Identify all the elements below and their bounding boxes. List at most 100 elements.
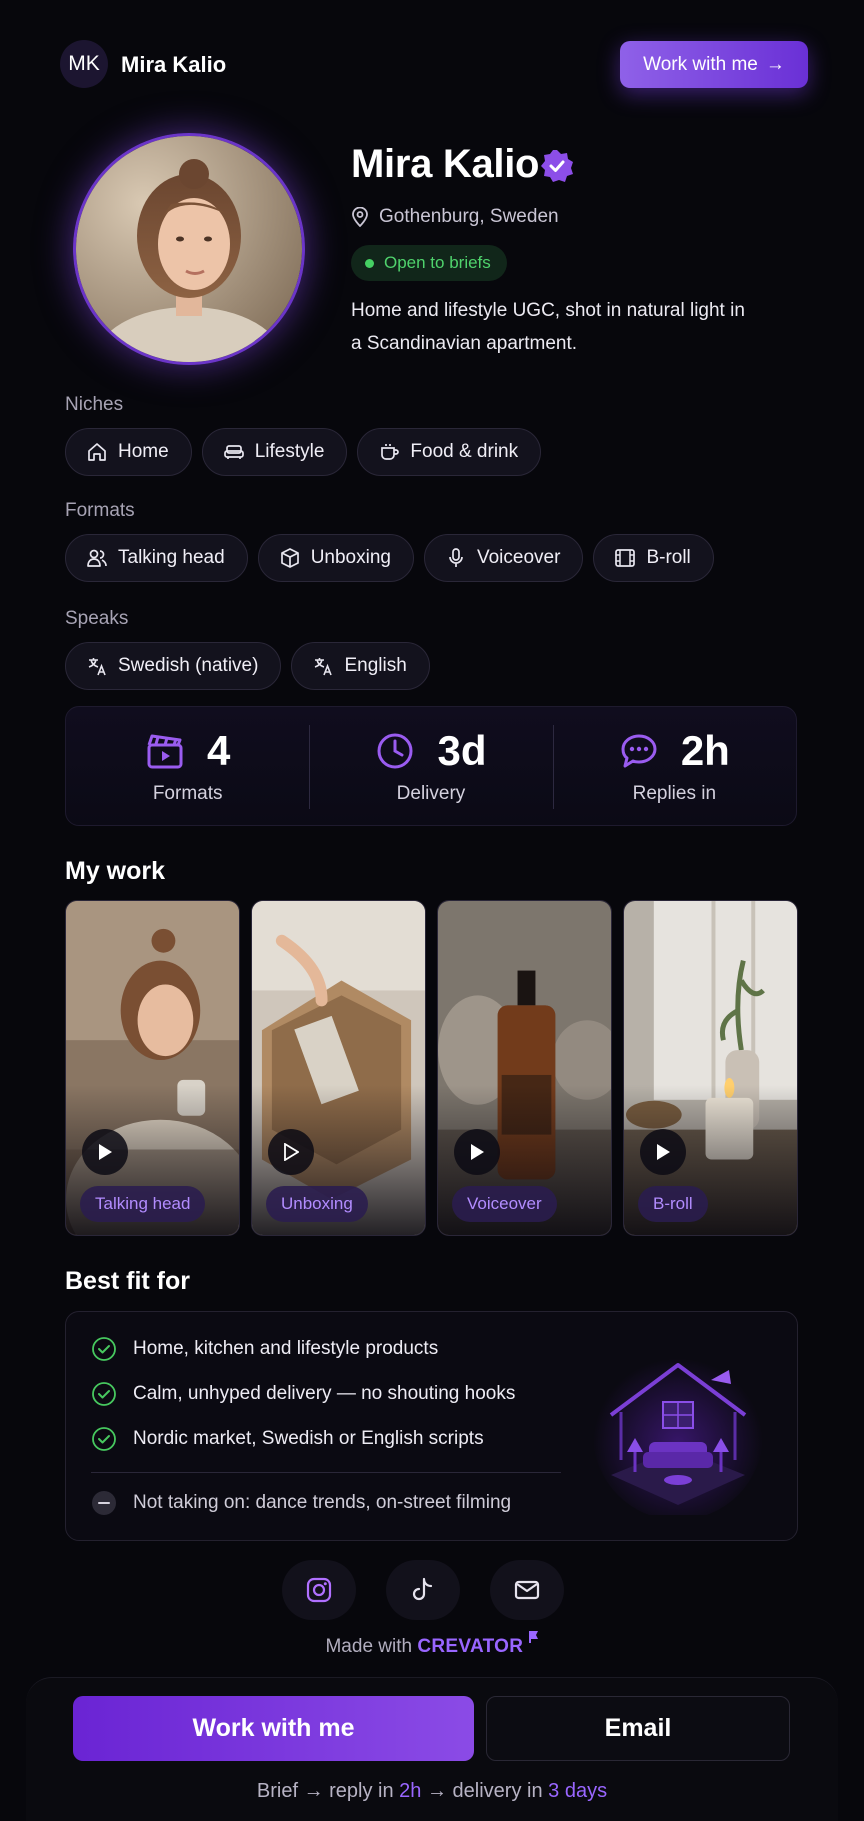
status-dot-icon bbox=[365, 258, 374, 268]
niches-chips: Home Lifestyle Food & drink bbox=[65, 428, 542, 476]
work-tag: Unboxing bbox=[266, 1186, 368, 1222]
header-name: Mira Kalio bbox=[121, 52, 227, 77]
chip-label: English bbox=[344, 655, 407, 676]
chip-niche-food-drink[interactable]: Food & drink bbox=[357, 428, 542, 476]
check-circle-icon bbox=[92, 1337, 116, 1361]
work-card-b-roll[interactable]: B-roll bbox=[623, 900, 798, 1236]
niches-label: Niches bbox=[65, 394, 124, 415]
not-taking-text: Not taking on: dance trends, on-street f… bbox=[133, 1492, 512, 1513]
work-card-talking-head[interactable]: Talking head bbox=[65, 900, 240, 1236]
stat-replies: 2h Replies in bbox=[552, 707, 796, 825]
play-button-icon[interactable] bbox=[268, 1129, 314, 1175]
chip-format-unboxing[interactable]: Unboxing bbox=[257, 534, 414, 582]
chip-label: Lifestyle bbox=[254, 441, 325, 462]
translate-icon bbox=[88, 658, 106, 676]
email-social-button[interactable] bbox=[490, 1560, 564, 1620]
chip-language-swedish[interactable]: Swedish (native) bbox=[65, 642, 282, 690]
work-tag: Voiceover bbox=[452, 1186, 557, 1222]
chip-label: Food & drink bbox=[410, 441, 519, 462]
chip-niche-home[interactable]: Home bbox=[65, 428, 192, 476]
work-with-me-top-button[interactable]: Work with me → bbox=[620, 41, 808, 88]
work-card-unboxing[interactable]: Unboxing bbox=[251, 900, 426, 1236]
users-icon bbox=[87, 549, 107, 567]
chip-label: Voiceover bbox=[476, 547, 561, 568]
check-circle-icon bbox=[92, 1427, 116, 1451]
clock-icon bbox=[377, 733, 413, 769]
stat-label: Formats bbox=[152, 783, 223, 804]
tiktok-button[interactable] bbox=[386, 1560, 460, 1620]
fit-item-text: Calm, unhyped delivery — no shouting hoo… bbox=[133, 1383, 516, 1404]
work-tag: Talking head bbox=[80, 1186, 206, 1222]
tiktok-icon bbox=[412, 1577, 433, 1601]
check-circle-icon bbox=[92, 1382, 116, 1406]
sofa-icon bbox=[223, 445, 244, 459]
best-fit-title: Best fit for bbox=[65, 1267, 190, 1295]
profile-bio: Home and lifestyle UGC, shot in natural … bbox=[351, 300, 745, 354]
translate-icon bbox=[315, 658, 333, 676]
map-pin-icon bbox=[352, 207, 368, 227]
chat-icon bbox=[621, 734, 657, 768]
instagram-icon bbox=[306, 1577, 332, 1603]
flag-icon bbox=[528, 1631, 538, 1643]
made-with-label: Made with bbox=[325, 1636, 413, 1657]
instagram-button[interactable] bbox=[282, 1560, 356, 1620]
chip-label: B-roll bbox=[646, 547, 691, 568]
made-with: Made with CREVATOR bbox=[0, 1630, 864, 1658]
film-icon bbox=[615, 549, 636, 567]
chip-label: Swedish (native) bbox=[118, 655, 259, 676]
stat-value: 3d bbox=[437, 727, 487, 774]
fit-item: Home, kitchen and lifestyle products bbox=[91, 1336, 438, 1362]
location-text: Gothenburg, Sweden bbox=[379, 206, 559, 227]
status-text: Open to briefs bbox=[384, 253, 491, 272]
flow-reply-time: 2h bbox=[399, 1780, 422, 1802]
chip-language-english[interactable]: English bbox=[291, 642, 430, 690]
status-badge: Open to briefs bbox=[351, 245, 507, 281]
languages-label: Speaks bbox=[65, 608, 129, 629]
chip-niche-lifestyle[interactable]: Lifestyle bbox=[201, 428, 348, 476]
stat-delivery: 3d Delivery bbox=[309, 707, 552, 825]
chip-format-talking-head[interactable]: Talking head bbox=[65, 534, 248, 582]
best-fit-panel: Home, kitchen and lifestyle products Cal… bbox=[65, 1311, 798, 1541]
mic-icon bbox=[449, 548, 463, 567]
play-button-icon[interactable] bbox=[454, 1129, 500, 1175]
stat-formats: 4 Formats bbox=[66, 707, 309, 825]
mail-icon bbox=[514, 1580, 540, 1600]
work-card-voiceover[interactable]: Voiceover bbox=[437, 900, 612, 1236]
stats-panel: 4 Formats 3d Delivery 2h Replies in bbox=[65, 706, 797, 826]
play-button-icon[interactable] bbox=[640, 1129, 686, 1175]
minus-circle-icon bbox=[92, 1491, 116, 1515]
home-icon bbox=[88, 443, 106, 461]
chip-label: Unboxing bbox=[310, 547, 391, 568]
formats-chips: Talking head Unboxing Voiceover B-roll bbox=[65, 534, 714, 582]
stat-label: Delivery bbox=[396, 783, 466, 804]
flow-mid: → delivery in bbox=[426, 1780, 543, 1802]
stat-value: 2h bbox=[680, 727, 730, 774]
profile-photo bbox=[73, 133, 305, 365]
stat-value: 4 bbox=[206, 727, 231, 774]
work-with-me-button[interactable]: Work with me bbox=[73, 1696, 474, 1761]
fit-item: Calm, unhyped delivery — no shouting hoo… bbox=[91, 1381, 515, 1407]
play-button-icon[interactable] bbox=[82, 1129, 128, 1175]
fit-item-text: Home, kitchen and lifestyle products bbox=[133, 1338, 439, 1359]
not-taking-item: Not taking on: dance trends, on-street f… bbox=[91, 1490, 511, 1516]
chip-label: Home bbox=[118, 441, 169, 462]
fit-item-text: Nordic market, Swedish or English script… bbox=[133, 1428, 484, 1449]
location: Gothenburg, Sweden bbox=[351, 206, 559, 228]
verified-badge-icon bbox=[541, 150, 573, 182]
divider bbox=[91, 1472, 561, 1473]
stat-label: Replies in bbox=[632, 783, 717, 804]
chip-format-b-roll[interactable]: B-roll bbox=[593, 534, 714, 582]
fit-item: Nordic market, Swedish or English script… bbox=[91, 1426, 484, 1452]
arrow-right-icon: → bbox=[765, 53, 785, 75]
chip-format-voiceover[interactable]: Voiceover bbox=[423, 534, 584, 582]
email-button[interactable]: Email bbox=[486, 1696, 790, 1761]
box-icon bbox=[280, 548, 299, 568]
home-illustration-icon bbox=[593, 1350, 763, 1515]
brand-link[interactable]: CREVATOR bbox=[417, 1636, 523, 1657]
my-work-title: My work bbox=[65, 857, 166, 885]
work-with-me-top-label: Work with me bbox=[643, 53, 758, 75]
chip-label: Talking head bbox=[118, 547, 225, 568]
work-grid: Talking head Unboxing Voiceover B-roll bbox=[65, 900, 798, 1236]
avatar-initials[interactable]: MK bbox=[60, 40, 108, 88]
cup-icon bbox=[381, 444, 400, 460]
